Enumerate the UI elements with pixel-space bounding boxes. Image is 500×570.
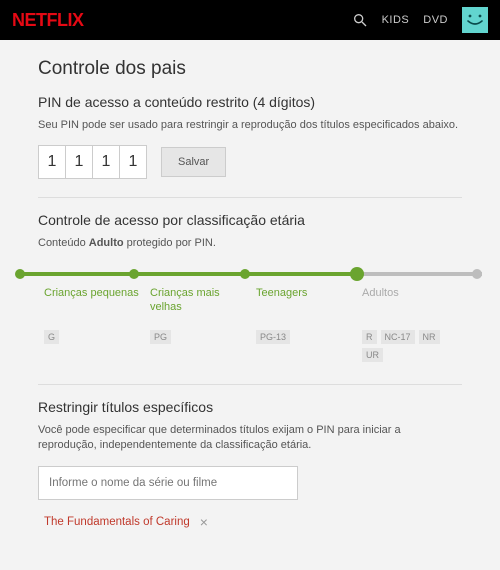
smiley-icon xyxy=(465,13,485,27)
rating-badge: PG xyxy=(150,330,171,344)
maturity-desc-pre: Conteúdo xyxy=(38,237,89,249)
level-label: Crianças pequenas xyxy=(44,286,144,314)
ratings: PG xyxy=(150,330,250,344)
pin-digit-4[interactable] xyxy=(119,145,147,179)
levels: Crianças pequenas G Crianças mais velhas… xyxy=(18,286,482,362)
divider xyxy=(38,197,462,198)
topbar: NETFLIX KIDS DVD xyxy=(0,0,500,40)
rating-badge: NR xyxy=(419,330,440,344)
rating-badge: PG-13 xyxy=(256,330,290,344)
restrict-heading: Restringir títulos específicos xyxy=(38,399,462,415)
profile-avatar[interactable] xyxy=(462,7,488,33)
slider-dot-3[interactable] xyxy=(350,267,364,281)
pin-desc: Seu PIN pode ser usado para restringir a… xyxy=(38,118,462,133)
maturity-desc-bold: Adulto xyxy=(89,237,124,249)
pin-digit-3[interactable] xyxy=(92,145,120,179)
maturity-desc: Conteúdo Adulto protegido por PIN. xyxy=(38,236,462,251)
remove-icon[interactable]: × xyxy=(200,514,208,530)
pin-row: Salvar xyxy=(38,145,462,179)
slider-track xyxy=(18,272,482,276)
kids-link[interactable]: KIDS xyxy=(382,14,410,26)
pin-digit-1[interactable] xyxy=(38,145,66,179)
rating-badge: UR xyxy=(362,348,383,362)
page-title: Controle dos pais xyxy=(38,58,462,80)
maturity-heading: Controle de acesso por classificação etá… xyxy=(38,212,462,228)
pin-boxes xyxy=(38,145,147,179)
divider xyxy=(38,384,462,385)
level-label: Crianças mais velhas xyxy=(150,286,250,315)
level-criancas-pequenas: Crianças pequenas G xyxy=(38,286,144,362)
slider-track-fill xyxy=(18,272,357,276)
maturity-desc-post: protegido por PIN. xyxy=(124,237,216,249)
search-icon[interactable] xyxy=(352,12,368,28)
restrict-desc: Você pode especificar que determinados t… xyxy=(38,423,462,454)
level-label: Adultos xyxy=(362,286,462,314)
ratings: PG-13 xyxy=(256,330,356,344)
slider-dot-1[interactable] xyxy=(129,269,139,279)
restrict-title-input[interactable] xyxy=(38,466,298,500)
ratings: R NC-17 NR UR xyxy=(362,330,462,362)
rating-badge: NC-17 xyxy=(381,330,415,344)
topbar-right: KIDS DVD xyxy=(352,7,488,33)
slider-dot-4[interactable] xyxy=(472,269,482,279)
level-criancas-mais-velhas: Crianças mais velhas PG xyxy=(144,286,250,362)
maturity-slider[interactable]: Crianças pequenas G Crianças mais velhas… xyxy=(18,272,482,362)
level-label: Teenagers xyxy=(256,286,356,314)
dvd-link[interactable]: DVD xyxy=(423,14,448,26)
rating-badge: G xyxy=(44,330,59,344)
ratings: G xyxy=(44,330,144,344)
pin-digit-2[interactable] xyxy=(65,145,93,179)
pin-heading: PIN de acesso a conteúdo restrito (4 díg… xyxy=(38,94,462,110)
restricted-item: The Fundamentals of Caring × xyxy=(38,514,462,530)
content: Controle dos pais PIN de acesso a conteú… xyxy=(0,40,500,550)
slider-dot-2[interactable] xyxy=(240,269,250,279)
restricted-item-label: The Fundamentals of Caring xyxy=(44,516,190,528)
level-teenagers: Teenagers PG-13 xyxy=(250,286,356,362)
slider-dot-0[interactable] xyxy=(15,269,25,279)
rating-badge: R xyxy=(362,330,377,344)
save-button[interactable]: Salvar xyxy=(161,147,226,177)
netflix-logo[interactable]: NETFLIX xyxy=(12,10,84,31)
level-adultos: Adultos R NC-17 NR UR xyxy=(356,286,462,362)
